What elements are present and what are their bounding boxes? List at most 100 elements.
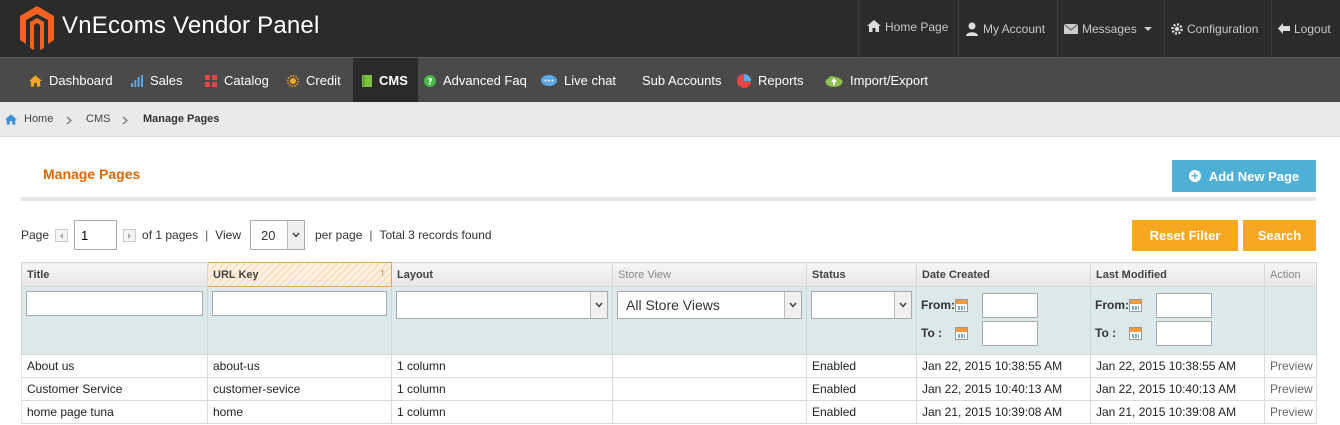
last-modified-to-label: To : bbox=[1095, 326, 1117, 340]
nav-reports[interactable]: Reports bbox=[737, 58, 804, 103]
breadcrumb-home[interactable]: Home bbox=[24, 113, 53, 125]
pie-chart-icon bbox=[737, 73, 751, 88]
column-header-url-key[interactable]: URL Key ↑ bbox=[207, 262, 392, 287]
chevron-right-icon bbox=[66, 116, 72, 125]
preview-link[interactable]: Preview bbox=[1264, 377, 1317, 401]
layout-filter-select[interactable] bbox=[396, 291, 608, 319]
cell-title: Customer Service bbox=[21, 377, 208, 401]
search-button[interactable]: Search bbox=[1243, 220, 1316, 251]
cell-store-view bbox=[612, 377, 807, 401]
nav-advanced-faq[interactable]: ? Advanced Faq bbox=[424, 58, 527, 103]
cell-url-key: customer-sevice bbox=[207, 377, 392, 401]
top-nav-my-account[interactable]: My Account bbox=[958, 0, 1057, 57]
cell-title: About us bbox=[21, 354, 208, 378]
reset-filter-button[interactable]: Reset Filter bbox=[1132, 220, 1238, 251]
store-view-filter-value: All Store Views bbox=[626, 297, 720, 313]
top-nav-configuration[interactable]: Configuration bbox=[1164, 0, 1271, 57]
calendar-icon[interactable] bbox=[955, 298, 968, 312]
column-header-title[interactable]: Title bbox=[21, 262, 208, 287]
top-nav-account-label: My Account bbox=[983, 21, 1046, 36]
gear-icon bbox=[1171, 22, 1183, 35]
nav-sub-accounts-label: Sub Accounts bbox=[642, 73, 722, 88]
logout-icon bbox=[1278, 23, 1290, 34]
per-page-select[interactable]: 20 bbox=[250, 220, 305, 250]
book-icon bbox=[362, 74, 372, 87]
home-icon[interactable] bbox=[5, 114, 17, 125]
date-created-to-label: To : bbox=[921, 326, 943, 340]
page-number-input[interactable] bbox=[74, 220, 118, 250]
calendar-icon[interactable] bbox=[955, 326, 968, 340]
chevron-right-icon bbox=[122, 116, 128, 125]
cell-date-created: Jan 22, 2015 10:38:55 AM bbox=[916, 354, 1091, 378]
preview-link[interactable]: Preview bbox=[1264, 400, 1317, 424]
chevron-down-icon bbox=[899, 302, 907, 308]
cell-status: Enabled bbox=[806, 400, 917, 424]
cell-layout: 1 column bbox=[391, 377, 613, 401]
nav-catalog[interactable]: Catalog bbox=[205, 58, 269, 103]
page-label: Page bbox=[21, 228, 50, 242]
store-view-filter-select[interactable]: All Store Views bbox=[617, 291, 802, 319]
title-filter-input[interactable] bbox=[26, 291, 203, 316]
chat-icon bbox=[541, 74, 557, 86]
nav-dashboard-label: Dashboard bbox=[49, 73, 113, 88]
calendar-icon[interactable] bbox=[1129, 298, 1142, 312]
divider bbox=[21, 197, 1316, 201]
top-nav-home-page[interactable]: Home Page bbox=[858, 0, 958, 57]
cell-store-view bbox=[612, 354, 807, 378]
table-row[interactable]: About us about-us 1 column Enabled Jan 2… bbox=[21, 354, 1317, 378]
cell-url-key: home bbox=[207, 400, 392, 424]
previous-page-button[interactable] bbox=[55, 228, 69, 242]
date-created-from-input[interactable] bbox=[982, 292, 1038, 318]
cell-layout: 1 column bbox=[391, 400, 613, 424]
calendar-icon[interactable] bbox=[1129, 326, 1142, 340]
column-header-layout[interactable]: Layout bbox=[391, 262, 613, 287]
brand-title[interactable]: VnEcoms Vendor Panel bbox=[62, 12, 320, 40]
top-header: VnEcoms Vendor Panel Home Page My Accoun… bbox=[0, 0, 1340, 57]
nav-credit[interactable]: Credit bbox=[287, 58, 341, 103]
page-title: Manage Pages bbox=[43, 166, 141, 182]
status-filter-select[interactable] bbox=[811, 291, 912, 319]
nav-sales[interactable]: Sales bbox=[131, 58, 183, 103]
top-nav-logout[interactable]: Logout bbox=[1271, 0, 1340, 57]
nav-sales-label: Sales bbox=[150, 73, 183, 88]
pages-grid: Title URL Key ↑ Layout Store View Status … bbox=[21, 262, 1317, 424]
last-modified-from-input[interactable] bbox=[1156, 292, 1212, 318]
nav-cms[interactable]: CMS bbox=[353, 58, 418, 103]
column-header-status[interactable]: Status bbox=[806, 262, 917, 287]
filter-row: All Store Views From: To : From: To : bbox=[21, 286, 1317, 355]
url-key-filter-input[interactable] bbox=[212, 291, 387, 316]
nav-import-export[interactable]: Import/Export bbox=[825, 58, 928, 103]
cell-store-view bbox=[612, 400, 807, 424]
magento-logo-icon[interactable] bbox=[20, 6, 54, 50]
breadcrumb-cms[interactable]: CMS bbox=[86, 113, 110, 125]
caret-down-icon bbox=[1143, 26, 1152, 31]
cell-last-modified: Jan 21, 2015 10:39:08 AM bbox=[1090, 400, 1265, 424]
column-header-date-created[interactable]: Date Created bbox=[916, 262, 1091, 287]
cloud-icon bbox=[825, 75, 843, 87]
nav-dashboard[interactable]: Dashboard bbox=[29, 58, 113, 103]
next-page-button[interactable] bbox=[123, 228, 137, 242]
date-created-to-input[interactable] bbox=[982, 320, 1038, 346]
column-header-last-modified[interactable]: Last Modified bbox=[1090, 262, 1265, 287]
nav-cms-label: CMS bbox=[379, 73, 408, 88]
catalog-icon bbox=[205, 74, 217, 87]
cell-date-created: Jan 21, 2015 10:39:08 AM bbox=[916, 400, 1091, 424]
table-row[interactable]: home page tuna home 1 column Enabled Jan… bbox=[21, 400, 1317, 424]
bar-chart-icon bbox=[131, 74, 143, 87]
add-new-page-label: Add New Page bbox=[1208, 168, 1300, 184]
sun-icon bbox=[287, 74, 299, 87]
pager: Page of 1 pages | View 20 per page | Tot… bbox=[21, 220, 492, 250]
last-modified-to-input[interactable] bbox=[1156, 320, 1212, 346]
user-icon bbox=[966, 22, 978, 36]
nav-reports-label: Reports bbox=[758, 73, 804, 88]
column-header-store-view: Store View bbox=[612, 262, 807, 287]
preview-link[interactable]: Preview bbox=[1264, 354, 1317, 378]
nav-advanced-faq-label: Advanced Faq bbox=[443, 73, 527, 88]
nav-catalog-label: Catalog bbox=[224, 73, 269, 88]
table-row[interactable]: Customer Service customer-sevice 1 colum… bbox=[21, 377, 1317, 401]
top-nav-messages-label: Messages bbox=[1082, 21, 1137, 36]
top-nav-messages[interactable]: Messages bbox=[1057, 0, 1164, 57]
nav-sub-accounts[interactable]: Sub Accounts bbox=[642, 58, 722, 103]
nav-live-chat[interactable]: Live chat bbox=[541, 58, 616, 103]
add-new-page-button[interactable]: + Add New Page bbox=[1172, 160, 1316, 192]
